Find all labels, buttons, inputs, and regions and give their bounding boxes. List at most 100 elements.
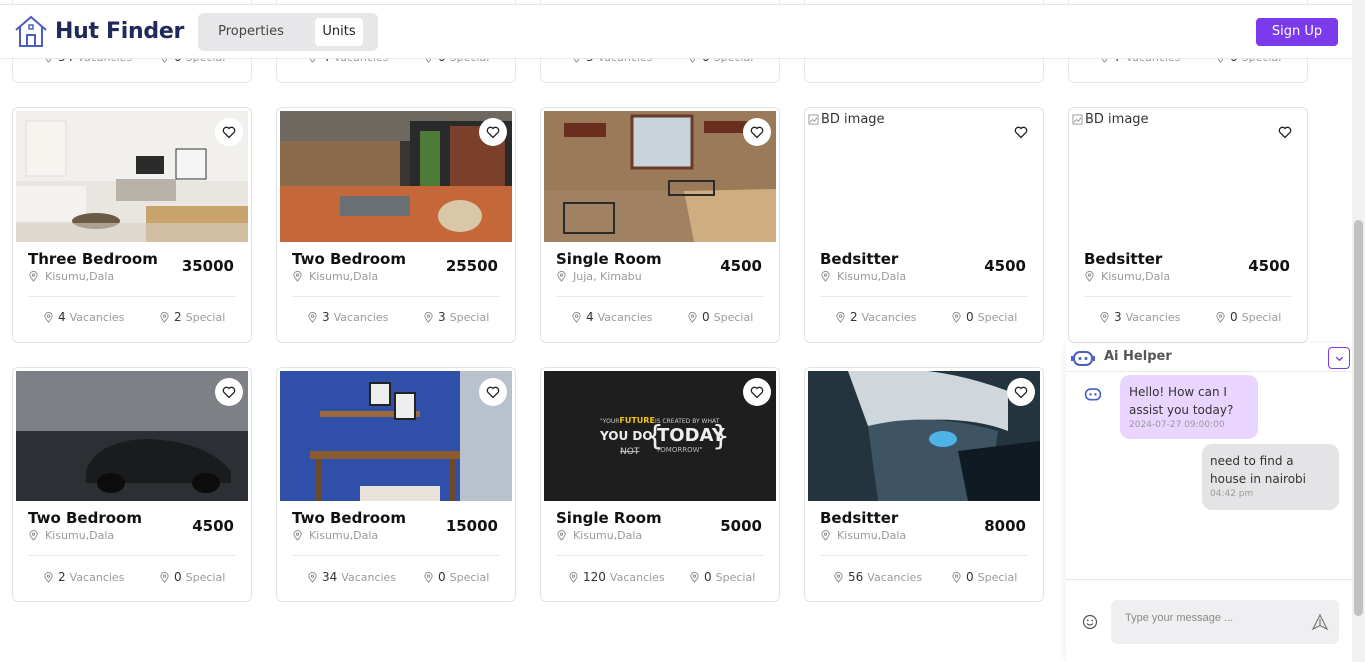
divider [820,296,1028,297]
location-pin-icon [557,530,566,541]
broken-image-icon [808,114,819,125]
tab-properties[interactable]: Properties [208,18,294,46]
location-pin-icon [160,571,169,583]
message-timestamp: 04:42 pm [1210,489,1254,499]
vacancies-stat: 4Vacancies [43,310,124,324]
brand-name: Hut Finder [55,18,185,44]
svg-text:TOMORROW": TOMORROW" [655,446,703,454]
location-pin-icon [690,571,699,583]
unit-image[interactable] [808,371,1040,501]
unit-location: Kisumu,Dala [1084,270,1170,283]
favorite-button[interactable] [479,378,507,406]
unit-price: 4500 [1248,257,1290,275]
unit-card[interactable]: Two Bedroom 15000 Kisumu,Dala 34 Vacancie… [276,367,516,602]
location-pin-icon [1085,271,1094,282]
chat-title: Ai Helper [1104,349,1172,364]
unit-card[interactable]: Single Room 4500 Juja, Kimabu 4 Vacancies… [540,107,780,343]
unit-price: 4500 [720,257,762,275]
vacancies-stat: 56 Vacancies [833,570,922,584]
location-pin-icon [1100,311,1109,323]
location-pin-icon [44,311,53,323]
divider [1084,296,1292,297]
svg-text:NOT: NOT [620,447,640,457]
location-pin-icon [688,311,697,323]
vacancies-stat: 3Vacancies [1099,310,1180,324]
unit-title: Two Bedroom [28,509,142,527]
unit-image[interactable] [16,371,248,501]
special-stat: 3 Special [423,310,489,324]
special-stat: 0Special [159,570,225,584]
favorite-button[interactable] [1271,118,1299,146]
special-stat: 0Special [423,570,489,584]
location-pin-icon [952,571,961,583]
svg-text:}: } [712,419,730,452]
unit-card[interactable]: Bedsitter 8000 Kisumu,Dala 56 Vacancies 0… [804,367,1044,602]
send-icon[interactable] [1311,613,1329,631]
vacancies-stat: 120 Vacancies [568,570,665,584]
location-pin-icon [424,311,433,323]
house-logo-icon [15,15,47,47]
unit-image[interactable] [280,371,512,501]
divider [556,296,764,297]
location-pin-icon [572,311,581,323]
divider [820,555,1028,556]
unit-location: Kisumu,Dala [556,529,642,542]
broken-image[interactable]: BD image [1072,112,1149,127]
favorite-button[interactable] [215,118,243,146]
vacancies-stat: 34Vacancies [307,570,396,584]
favorite-button[interactable] [479,118,507,146]
unit-card[interactable]: "YOURFUTUREIS CREATED BY WHAT YOU DO { T… [540,367,780,602]
unit-location: Kisumu,Dala [292,270,378,283]
heart-icon [1014,126,1028,139]
unit-location: Kisumu,Dala [28,270,114,283]
tab-units[interactable]: Units [315,18,363,46]
vacancies-stat: 2 Vacancies [43,570,124,584]
unit-price: 4500 [192,517,234,535]
emoji-icon[interactable] [1082,614,1098,630]
logo[interactable]: Hut Finder [13,13,184,49]
location-pin-icon [308,571,317,583]
unit-card[interactable]: Two Bedroom 25500 Kisumu,Dala 3 Vacancies… [276,107,516,343]
divider [28,555,236,556]
divider [1066,579,1352,580]
favorite-button[interactable] [743,118,771,146]
location-pin-icon [160,311,169,323]
scrollbar-thumb[interactable] [1354,220,1363,616]
unit-card[interactable]: BD image Bedsitter 4500 Kisumu,Dala 3 Vac… [1068,107,1308,343]
unit-title: Bedsitter [1084,250,1163,268]
message-input[interactable] [1125,612,1305,624]
location-pin-icon [29,271,38,282]
sign-up-button[interactable]: Sign Up [1256,18,1338,46]
location-pin-icon [821,530,830,541]
special-stat: 0Special [689,570,755,584]
divider [556,555,764,556]
unit-image[interactable] [280,111,512,242]
unit-location: Kisumu,Dala [292,529,378,542]
location-pin-icon [569,571,578,583]
unit-card[interactable]: BD image Bedsitter 4500 Kisumu,Dala 2 Vac… [804,107,1044,343]
location-pin-icon [1216,311,1225,323]
unit-card[interactable]: Three Bedroom 35000 Kisumu,Dala 4 Vacanci… [12,107,252,343]
favorite-button[interactable] [215,378,243,406]
special-stat: 2 Special [159,310,225,324]
unit-image[interactable] [544,111,776,242]
unit-title: Two Bedroom [292,250,406,268]
broken-image[interactable]: BD image [808,112,885,127]
unit-price: 15000 [445,517,498,535]
unit-title: Three Bedroom [28,250,158,268]
heart-icon [486,126,500,139]
location-pin-icon [557,271,566,282]
unit-card[interactable]: Two Bedroom 4500 Kisumu,Dala 2 Vacancies … [12,367,252,602]
top-navbar: Hut Finder Properties Units Sign Up [0,4,1352,59]
location-pin-icon [424,571,433,583]
location-pin-icon [821,271,830,282]
favorite-button[interactable] [1007,378,1035,406]
unit-image[interactable] [16,111,248,242]
favorite-button[interactable] [743,378,771,406]
unit-image[interactable]: "YOURFUTUREIS CREATED BY WHAT YOU DO { T… [544,371,776,501]
robot-icon [1071,351,1095,366]
unit-location: Kisumu,Dala [820,270,906,283]
favorite-button[interactable] [1007,118,1035,146]
view-toggle: Properties Units [198,13,378,51]
collapse-chat-button[interactable] [1328,347,1350,369]
